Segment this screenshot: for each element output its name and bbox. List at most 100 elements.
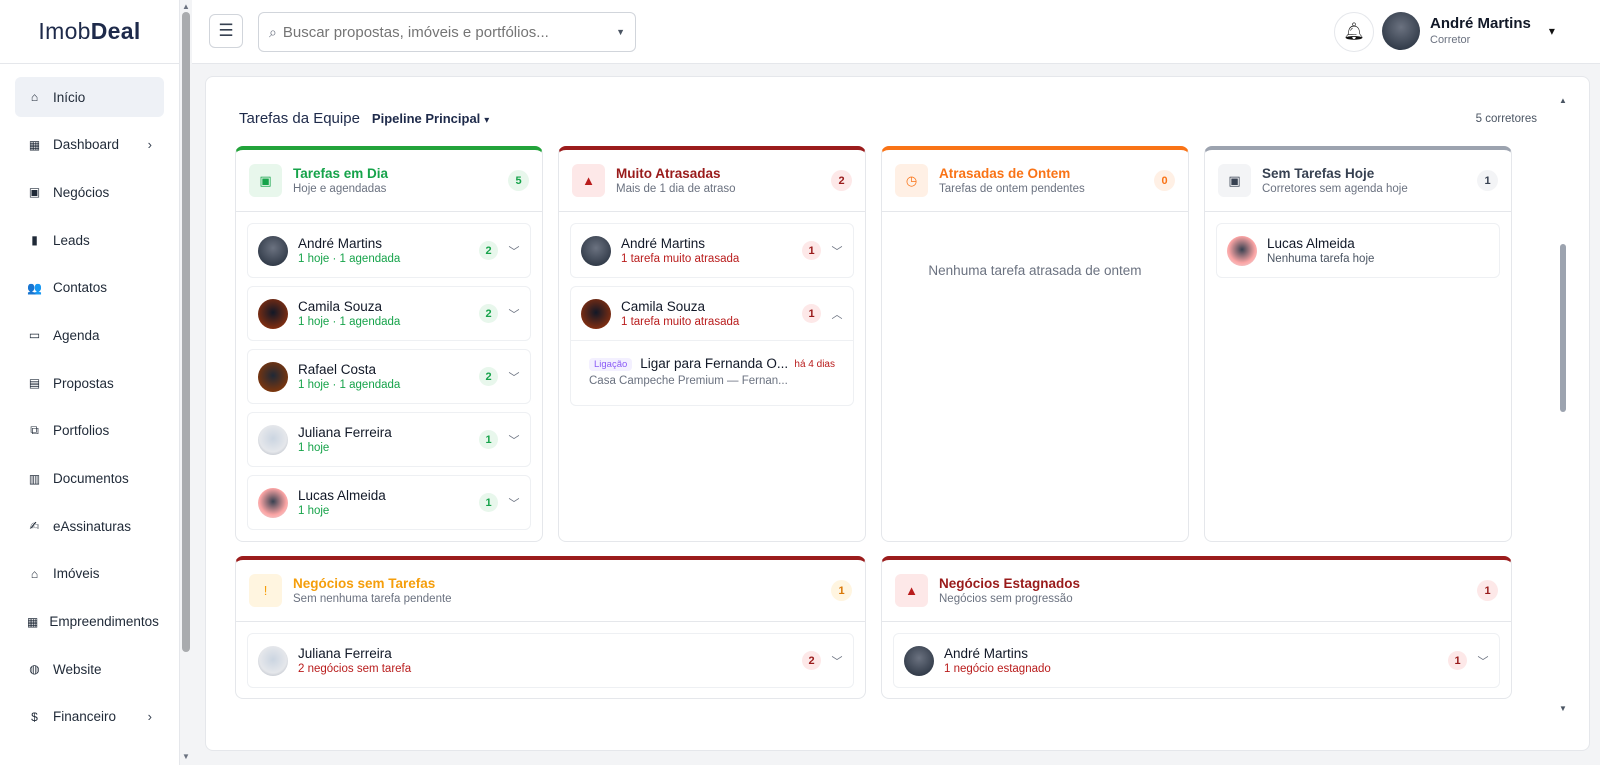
column-title: Sem Tarefas Hoje bbox=[1262, 165, 1375, 181]
chevron-down-icon[interactable]: ﹀ bbox=[1477, 653, 1489, 669]
count-badge: 1 bbox=[831, 580, 852, 601]
broker-name: Rafael Costa bbox=[298, 361, 377, 377]
column-body: André Martins 1 negócio estagnado 1 ﹀ bbox=[882, 622, 1511, 707]
broker-row[interactable]: André Martins 1 tarefa muito atrasada 1 ﹀ bbox=[570, 223, 854, 278]
sidebar-item-label: Negócios bbox=[53, 184, 110, 200]
scrollbar-thumb[interactable] bbox=[1560, 244, 1566, 412]
broker-count: 5 corretores bbox=[1475, 112, 1537, 125]
broker-row[interactable]: Rafael Costa 1 hoje · 1 agendada 2 ﹀ bbox=[247, 349, 531, 404]
sidebar-item-website[interactable]: ◍ Website bbox=[15, 649, 164, 689]
column-header: ▲ Muito Atrasadas Mais de 1 dia de atras… bbox=[559, 150, 865, 212]
broker-row[interactable]: Camila Souza 1 tarefa muito atrasada 1 ︿ … bbox=[570, 286, 854, 406]
broker-row-header[interactable]: Juliana Ferreira 2 negócios sem tarefa 2 … bbox=[248, 634, 853, 687]
deals-icon: ▣ bbox=[28, 185, 41, 200]
sidebar-item-imoveis[interactable]: ⌂ Imóveis bbox=[15, 554, 164, 594]
sidebar-item-label: Início bbox=[53, 89, 86, 105]
task-column: ▣ Tarefas em Dia Hoje e agendadas 5 Andr… bbox=[235, 146, 543, 542]
logo-text-bold: Deal bbox=[90, 18, 141, 44]
avatar bbox=[258, 424, 288, 455]
notifications-button[interactable]: 🔔︎ bbox=[1334, 12, 1374, 52]
broker-row-header[interactable]: Juliana Ferreira 1 hoje 1 ﹀ bbox=[248, 413, 530, 466]
broker-summary: 1 tarefa muito atrasada bbox=[621, 252, 740, 265]
chevron-down-icon[interactable]: ﹀ bbox=[508, 306, 520, 322]
broker-summary: 1 hoje bbox=[298, 504, 330, 517]
count-badge: 1 bbox=[1477, 580, 1498, 601]
dollar-icon: $ bbox=[31, 709, 38, 724]
task-item[interactable]: Ligação Ligar para Fernanda O... Casa Ca… bbox=[571, 340, 853, 405]
broker-name: Lucas Almeida bbox=[1267, 235, 1355, 251]
column-title: Tarefas em Dia bbox=[293, 165, 389, 181]
scrollbar-thumb[interactable] bbox=[182, 12, 190, 652]
broker-row[interactable]: Juliana Ferreira 1 hoje 1 ﹀ bbox=[247, 412, 531, 467]
search-input[interactable] bbox=[282, 23, 617, 41]
chevron-down-icon[interactable]: ﹀ bbox=[508, 369, 520, 385]
broker-name: Juliana Ferreira bbox=[298, 645, 392, 661]
user-menu[interactable]: André Martins Corretor ▾ bbox=[1382, 12, 1555, 50]
task-column: ▲ Negócios Estagnados Negócios sem progr… bbox=[881, 556, 1512, 699]
sidebar-item-empreendimentos[interactable]: ▦ Empreendimentos bbox=[15, 602, 164, 642]
sidebar-nav: ⌂ Início ▦ Dashboard › ▣ Negócios ▮ Leads 👥 C… bbox=[0, 64, 179, 737]
broker-row-header[interactable]: Camila Souza 1 tarefa muito atrasada 1 ︿ bbox=[571, 287, 853, 340]
scroll-up-arrow-icon[interactable]: ▲ bbox=[182, 2, 190, 11]
chevron-up-icon[interactable]: ︿ bbox=[831, 306, 843, 322]
sidebar-item-portfolios[interactable]: ⧉ Portfolios bbox=[15, 411, 164, 451]
sidebar-item-eassinaturas[interactable]: ✍ eAssinaturas bbox=[15, 506, 164, 546]
alert-icon: ▲ bbox=[895, 574, 928, 607]
broker-summary: 2 negócios sem tarefa bbox=[298, 662, 412, 675]
chevron-down-icon[interactable]: ﹀ bbox=[508, 432, 520, 448]
broker-row[interactable]: André Martins 1 hoje · 1 agendada 2 ﹀ bbox=[247, 223, 531, 278]
scroll-up-arrow-icon[interactable]: ▲ bbox=[1559, 96, 1567, 105]
search-icon: ⌕ bbox=[269, 23, 277, 40]
house-icon: ⌂ bbox=[30, 566, 39, 581]
chevron-down-icon[interactable]: ﹀ bbox=[831, 653, 843, 669]
broker-row-header[interactable]: André Martins 1 negócio estagnado 1 ﹀ bbox=[894, 634, 1499, 687]
sidebar-item-dashboard[interactable]: ▦ Dashboard › bbox=[15, 125, 164, 165]
broker-row[interactable]: Juliana Ferreira 2 negócios sem tarefa 2 … bbox=[247, 633, 854, 688]
sidebar-item-label: Dashboard bbox=[53, 137, 120, 153]
broker-row-header[interactable]: André Martins 1 tarefa muito atrasada 1 ﹀ bbox=[571, 224, 853, 277]
sidebar-item-negocios[interactable]: ▣ Negócios bbox=[15, 172, 164, 212]
users-icon: 👥 bbox=[27, 280, 42, 295]
globe-icon: ◍ bbox=[29, 662, 40, 677]
chevron-down-icon[interactable]: ﹀ bbox=[831, 243, 843, 259]
sidebar: Imob Deal ⌂ Início ▦ Dashboard › ▣ Negócios ▮… bbox=[0, 0, 180, 765]
broker-row[interactable]: Camila Souza 1 hoje · 1 agendada 2 ﹀ bbox=[247, 286, 531, 341]
app-logo[interactable]: Imob Deal bbox=[0, 0, 179, 64]
avatar bbox=[1382, 12, 1420, 50]
avatar bbox=[581, 298, 611, 329]
sidebar-item-financeiro[interactable]: $ Financeiro › bbox=[15, 697, 164, 737]
sidebar-item-inicio[interactable]: ⌂ Início bbox=[15, 77, 164, 117]
broker-row-header[interactable]: Rafael Costa 1 hoje · 1 agendada 2 ﹀ bbox=[248, 350, 530, 403]
bar-chart-icon: ▮ bbox=[31, 233, 38, 248]
sidebar-scrollbar[interactable]: ▲ ▼ bbox=[180, 0, 192, 765]
broker-row[interactable]: Lucas Almeida 1 hoje 1 ﹀ bbox=[247, 475, 531, 530]
chevron-down-icon[interactable]: ﹀ bbox=[508, 243, 520, 259]
sidebar-item-agenda[interactable]: ▭ Agenda bbox=[15, 315, 164, 355]
pipeline-selector[interactable]: Pipeline Principal ▾ bbox=[372, 111, 489, 126]
scroll-down-arrow-icon[interactable]: ▼ bbox=[182, 752, 190, 761]
broker-row-header[interactable]: Lucas Almeida 1 hoje 1 ﹀ bbox=[248, 476, 530, 529]
search-box[interactable]: ⌕ ▼ bbox=[258, 12, 636, 52]
broker-row-header[interactable]: Camila Souza 1 hoje · 1 agendada 2 ﹀ bbox=[248, 287, 530, 340]
chevron-down-icon[interactable]: ▾ bbox=[1549, 24, 1555, 38]
sidebar-item-documentos[interactable]: ▥ Documentos bbox=[15, 459, 164, 499]
broker-row[interactable]: Lucas Almeida Nenhuma tarefa hoje bbox=[1216, 223, 1500, 278]
avatar bbox=[258, 487, 288, 518]
main-scrollbar[interactable]: ▲ ▼ bbox=[1556, 76, 1570, 751]
sidebar-item-propostas[interactable]: ▤ Propostas bbox=[15, 363, 164, 403]
count-badge: 1 bbox=[479, 430, 498, 449]
scroll-down-arrow-icon[interactable]: ▼ bbox=[1559, 704, 1567, 713]
avatar bbox=[258, 645, 288, 676]
sidebar-item-leads[interactable]: ▮ Leads bbox=[15, 220, 164, 260]
sidebar-item-contatos[interactable]: 👥 Contatos bbox=[15, 268, 164, 308]
broker-row-header[interactable]: Lucas Almeida Nenhuma tarefa hoje bbox=[1217, 224, 1499, 277]
sidebar-item-label: eAssinaturas bbox=[53, 518, 132, 534]
broker-row-header[interactable]: André Martins 1 hoje · 1 agendada 2 ﹀ bbox=[248, 224, 530, 277]
count-badge: 2 bbox=[479, 367, 498, 386]
dropdown-caret-icon[interactable]: ▼ bbox=[616, 27, 625, 37]
menu-toggle-button[interactable]: ☰ bbox=[209, 14, 243, 48]
broker-row[interactable]: André Martins 1 negócio estagnado 1 ﹀ bbox=[893, 633, 1500, 688]
column-title: Negócios sem Tarefas bbox=[293, 575, 436, 591]
sidebar-item-label: Leads bbox=[53, 232, 90, 248]
chevron-down-icon[interactable]: ﹀ bbox=[508, 495, 520, 511]
